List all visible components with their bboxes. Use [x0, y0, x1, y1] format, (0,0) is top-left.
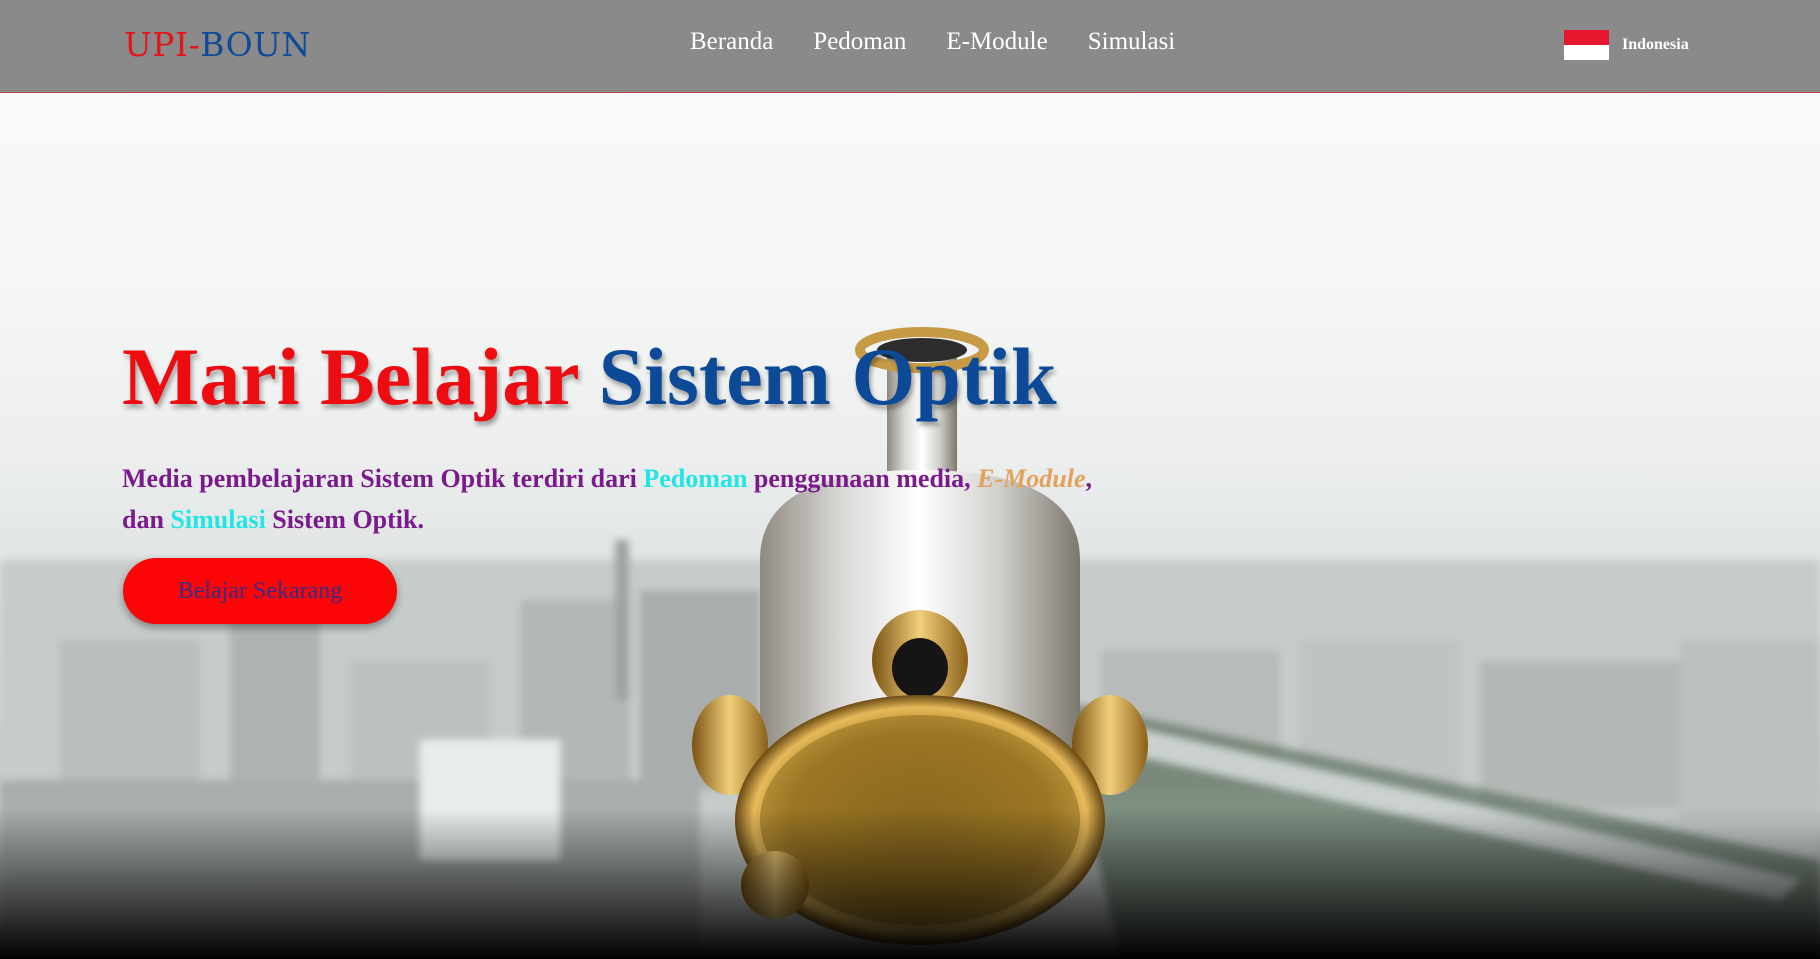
desc-link-pedoman[interactable]: Pedoman — [643, 464, 747, 493]
language-label: Indonesia — [1622, 36, 1689, 53]
main-nav: Beranda Pedoman E-Module Simulasi — [690, 28, 1175, 56]
hero-description: Media pembelajaran Sistem Optik terdiri … — [122, 458, 1102, 540]
nav-item-beranda[interactable]: Beranda — [690, 28, 773, 56]
desc-text-3: , — [1085, 464, 1092, 493]
nav-item-pedoman[interactable]: Pedoman — [813, 28, 906, 56]
desc-text-5: Sistem Optik. — [265, 505, 424, 534]
logo-separator: - — [188, 25, 201, 64]
desc-text-2: penggunaan media, — [747, 464, 978, 493]
desc-link-e-module[interactable]: E-Module — [977, 464, 1085, 493]
site-logo[interactable]: UPI-BOUN — [124, 25, 311, 64]
desc-link-simulasi[interactable]: Simulasi — [170, 505, 265, 534]
belajar-sekarang-button[interactable]: Belajar Sekarang — [123, 558, 397, 624]
hero-title-part2: Sistem Optik — [598, 331, 1057, 422]
hero-title-part1: Mari Belajar — [122, 331, 579, 422]
language-selector[interactable]: Indonesia — [1564, 30, 1689, 60]
desc-text-4: dan — [122, 505, 171, 534]
hero-title: Mari Belajar Sistem Optik — [122, 330, 1057, 424]
bottom-fade — [0, 809, 1820, 959]
desc-text-1: Media pembelajaran Sistem Optik terdiri … — [122, 464, 644, 493]
logo-part1: UPI — [124, 25, 189, 64]
nav-item-simulasi[interactable]: Simulasi — [1088, 28, 1176, 56]
logo-part2: BOUN — [200, 25, 311, 64]
indonesia-flag-icon — [1564, 30, 1609, 60]
navbar: UPI-BOUN Beranda Pedoman E-Module Simula… — [0, 0, 1820, 93]
nav-item-e-module[interactable]: E-Module — [946, 28, 1047, 56]
